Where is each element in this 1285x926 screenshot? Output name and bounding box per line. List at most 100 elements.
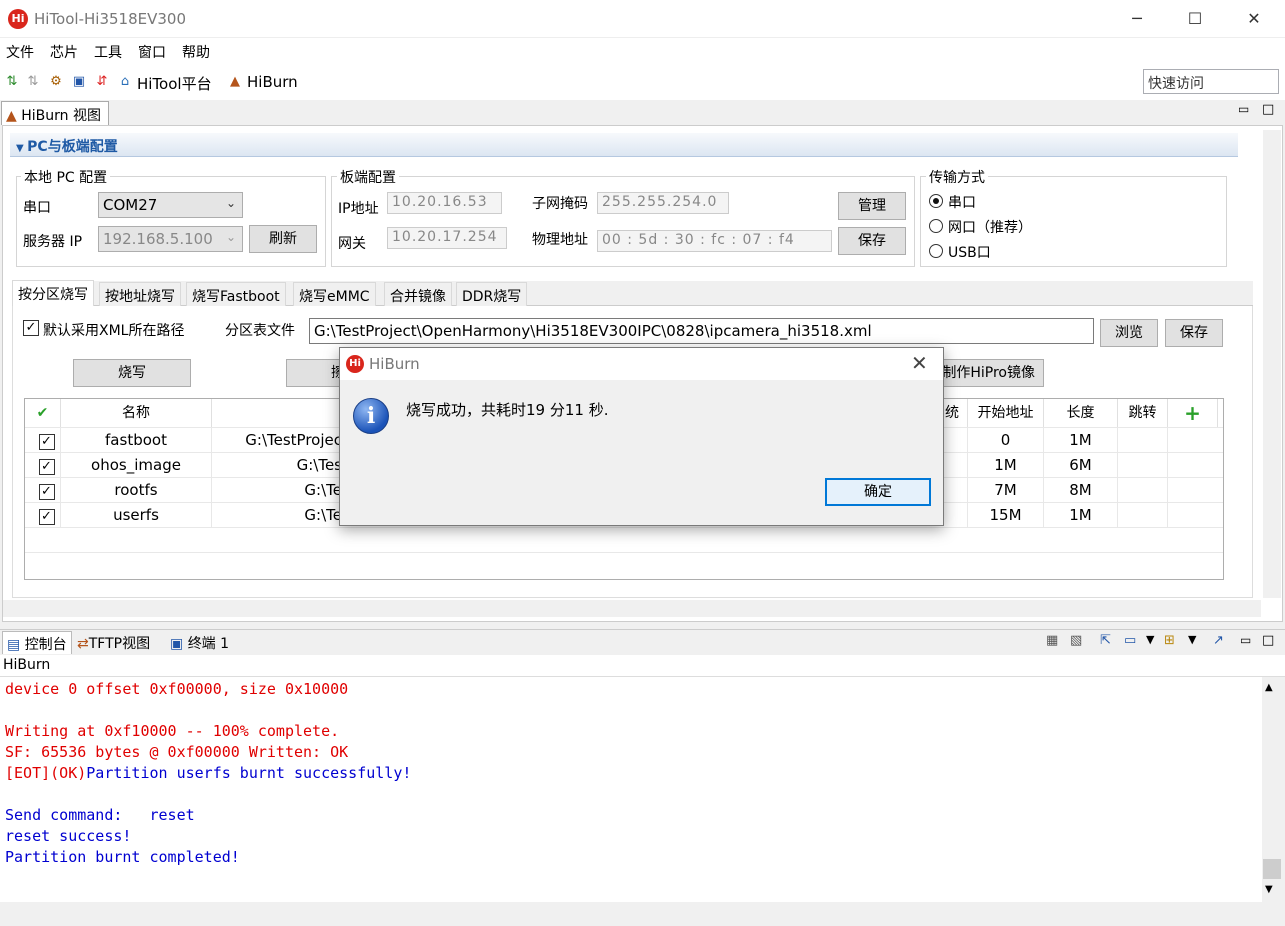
- menu-chip[interactable]: 芯片: [50, 42, 78, 62]
- console-line-prefix: [EOT](OK): [5, 764, 87, 782]
- serial-port-label: 串口: [23, 200, 51, 216]
- chevron-up-icon[interactable]: ▲: [1265, 682, 1273, 693]
- refresh-button[interactable]: 刷新: [249, 225, 317, 253]
- hiburn-icon[interactable]: ▲: [226, 73, 244, 91]
- partition-file-input[interactable]: G:\TestProject\OpenHarmony\Hi3518EV300IP…: [309, 318, 1094, 344]
- row-checkbox[interactable]: ✓: [38, 434, 55, 450]
- disconnect-icon[interactable]: ⇅: [24, 73, 42, 91]
- table-row-empty: [25, 527, 1223, 552]
- console-maximize-button[interactable]: □: [1262, 633, 1274, 648]
- console-horizontal-scrollbar[interactable]: [3, 903, 1261, 920]
- row-jump: [1118, 478, 1168, 503]
- row-start: 0: [968, 428, 1044, 453]
- menu-tools[interactable]: 工具: [94, 42, 122, 62]
- row-file: G:\Tes: [296, 456, 342, 474]
- board-group: [331, 176, 915, 267]
- tab-partition-burn[interactable]: 按分区烧写: [12, 280, 94, 307]
- tab-terminal[interactable]: ▣ 终端 1: [166, 631, 233, 654]
- erase-button[interactable]: 擦: [286, 359, 346, 387]
- dialog-message: 烧写成功，共耗时19 分11 秒.: [406, 401, 609, 419]
- ip-address-field[interactable]: 10.20.16.53: [387, 192, 502, 214]
- chevron-down-icon[interactable]: ▼: [1265, 884, 1273, 895]
- radio-usb-label[interactable]: USB口: [948, 242, 991, 262]
- browse-button[interactable]: 浏览: [1100, 319, 1158, 347]
- view-maximize-button[interactable]: □: [1262, 102, 1274, 117]
- radio-network[interactable]: [929, 219, 943, 233]
- minimize-button[interactable]: ─: [1114, 6, 1160, 32]
- console-line: Send command: reset: [5, 806, 195, 824]
- serial-port-select[interactable]: COM27 ⌄: [98, 192, 243, 218]
- console-vertical-scrollbar[interactable]: ▲ ▼: [1262, 677, 1282, 902]
- scrollbar-thumb[interactable]: [1263, 859, 1281, 879]
- default-xml-label: 默认采用XML所在路径: [43, 323, 185, 339]
- pin-console-icon[interactable]: ⇱: [1100, 633, 1111, 648]
- board-save-button[interactable]: 保存: [838, 227, 906, 255]
- settings-icon[interactable]: ⚙: [47, 73, 65, 91]
- view-tab-row: [0, 100, 1285, 124]
- menu-window[interactable]: 窗口: [138, 42, 166, 62]
- dialog-ok-button[interactable]: 确定: [825, 478, 931, 506]
- default-xml-checkbox[interactable]: ✓: [23, 320, 39, 336]
- menu-help[interactable]: 帮助: [182, 42, 210, 62]
- radio-serial-label[interactable]: 串口: [948, 192, 976, 212]
- export-icon[interactable]: ↗: [1213, 633, 1224, 648]
- local-pc-group-title: 本地 PC 配置: [21, 167, 111, 187]
- manage-button[interactable]: 管理: [838, 192, 906, 220]
- row-checkbox[interactable]: ✓: [38, 484, 55, 500]
- console-minimize-button[interactable]: ▭: [1240, 633, 1251, 647]
- quick-access-input[interactable]: 快速访问: [1143, 69, 1279, 94]
- tab-emmc-burn[interactable]: 烧写eMMC: [293, 282, 376, 306]
- tftp-icon: ⇄: [77, 636, 89, 652]
- tab-merge-image[interactable]: 合并镜像: [384, 282, 452, 306]
- close-button[interactable]: ✕: [1231, 6, 1277, 32]
- add-row-icon[interactable]: +: [1168, 399, 1218, 427]
- tab-fastboot-burn[interactable]: 烧写Fastboot: [186, 282, 286, 306]
- tab-terminal-label: 终端 1: [187, 636, 230, 652]
- server-ip-select[interactable]: 192.168.5.100 ⌄: [98, 226, 243, 252]
- make-hipro-image-button[interactable]: 制作HiPro镜像: [935, 359, 1044, 387]
- chevron-down-icon[interactable]: ▼: [1146, 633, 1154, 646]
- tab-hiburn-view[interactable]: ▲ HiBurn 视图: [1, 101, 109, 125]
- dialog-title-bar: Hi HiBurn ✕: [340, 348, 943, 380]
- mac-address-field[interactable]: 00 : 5d : 30 : fc : 07 : f4: [597, 230, 832, 252]
- upper-horizontal-scrollbar[interactable]: [3, 600, 1261, 617]
- upper-vertical-scrollbar[interactable]: [1263, 130, 1281, 598]
- radio-network-label[interactable]: 网口（推荐）: [948, 217, 1032, 237]
- transfer-icon[interactable]: ⇵: [93, 73, 111, 91]
- gateway-field[interactable]: 10.20.17.254: [387, 227, 507, 249]
- view-minimize-button[interactable]: ▭: [1238, 102, 1249, 116]
- new-console-icon[interactable]: ⊞: [1164, 633, 1175, 648]
- scroll-lock-icon[interactable]: ▧: [1070, 633, 1082, 648]
- section-title[interactable]: ▼ PC与板端配置: [16, 136, 118, 156]
- tab-console[interactable]: ▤ 控制台: [2, 631, 72, 654]
- subnet-mask-field[interactable]: 255.255.254.0: [597, 192, 729, 214]
- menu-file[interactable]: 文件: [6, 42, 34, 62]
- check-all-icon[interactable]: ✔: [25, 399, 61, 427]
- connect-icon[interactable]: ⇅: [3, 73, 21, 91]
- chevron-down-icon[interactable]: ▼: [1188, 633, 1196, 646]
- tab-ddr-burn[interactable]: DDR烧写: [456, 282, 528, 306]
- home-icon[interactable]: ⌂: [116, 73, 134, 91]
- tab-address-burn[interactable]: 按地址烧写: [99, 282, 181, 306]
- row-checkbox[interactable]: ✓: [38, 509, 55, 525]
- clear-console-icon[interactable]: ▦: [1046, 633, 1058, 648]
- row-jump: [1118, 453, 1168, 478]
- radio-usb[interactable]: [929, 244, 943, 258]
- display-console-icon[interactable]: ▭: [1124, 633, 1136, 648]
- column-header-start: 开始地址: [968, 399, 1044, 427]
- partition-save-button[interactable]: 保存: [1165, 319, 1223, 347]
- tab-tftp-view[interactable]: ⇄TFTP视图: [73, 631, 154, 654]
- hiburn-link[interactable]: HiBurn: [247, 73, 298, 91]
- radio-serial[interactable]: [929, 194, 943, 208]
- row-start: 7M: [968, 478, 1044, 503]
- dialog-close-icon[interactable]: ✕: [911, 351, 928, 375]
- hitool-platform-link[interactable]: HiTool平台: [137, 73, 212, 94]
- device-icon[interactable]: ▣: [70, 73, 88, 91]
- row-checkbox[interactable]: ✓: [38, 459, 55, 475]
- maximize-button[interactable]: ☐: [1172, 6, 1218, 32]
- section-header[interactable]: [10, 133, 1238, 157]
- burn-success-dialog: Hi HiBurn ✕ i 烧写成功，共耗时19 分11 秒. 确定: [339, 347, 944, 526]
- row-length: 6M: [1044, 453, 1118, 478]
- console-output[interactable]: device 0 offset 0xf00000, size 0x10000 W…: [0, 677, 1262, 902]
- burn-button[interactable]: 烧写: [73, 359, 191, 387]
